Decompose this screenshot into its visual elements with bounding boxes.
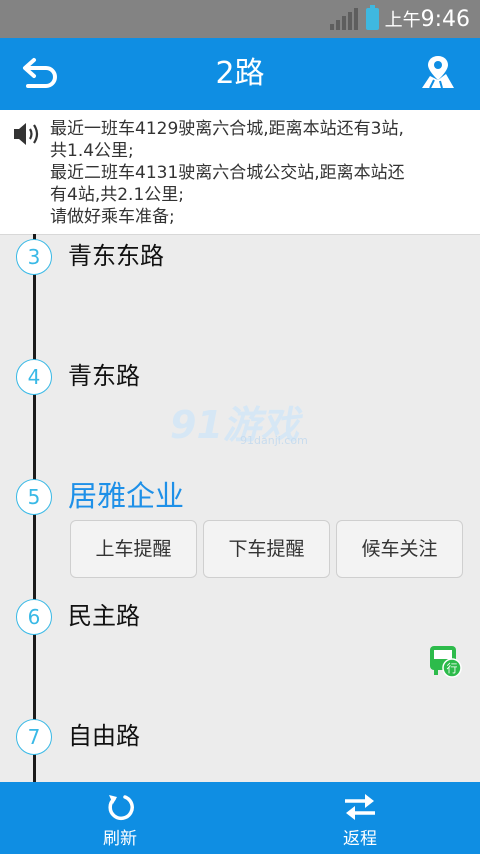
speaker-icon bbox=[12, 120, 42, 148]
status-ampm: 上午 bbox=[384, 10, 421, 31]
notice-line: 最近二班车4131驶离六合城公交站,距离本站还 bbox=[50, 163, 405, 183]
map-button[interactable] bbox=[420, 54, 456, 92]
return-trip-label: 返程 bbox=[343, 829, 377, 849]
bus-badge: 行 bbox=[447, 662, 458, 675]
status-time: 9:46 bbox=[420, 7, 470, 32]
back-button[interactable] bbox=[20, 56, 64, 92]
refresh-button[interactable]: 刷新 bbox=[60, 782, 180, 854]
notice-line: 请做好乘车准备; bbox=[50, 207, 175, 227]
stop-name: 青东路 bbox=[68, 362, 140, 390]
return-trip-button[interactable]: 返程 bbox=[300, 782, 420, 854]
back-arrow-icon bbox=[23, 58, 57, 88]
status-bar: 上午9:46 bbox=[0, 0, 480, 38]
stop-number: 6 bbox=[16, 599, 52, 635]
stop-number: 7 bbox=[16, 719, 52, 755]
status-clock: 上午9:46 bbox=[385, 6, 470, 32]
swap-arrows-icon bbox=[345, 794, 375, 820]
battery-icon bbox=[365, 5, 379, 30]
bottom-bar: 刷新 返程 bbox=[0, 782, 480, 854]
stop-name: 青东东路 bbox=[68, 242, 164, 270]
stop-name: 民主路 bbox=[68, 602, 140, 630]
notice-line: 最近一班车4129驶离六合城,距离本站还有3站, bbox=[50, 119, 404, 139]
stop-number: 4 bbox=[16, 359, 52, 395]
signal-icon bbox=[329, 8, 360, 30]
notice-text: 最近一班车4129驶离六合城,距离本站还有3站, 共1.4公里; 最近二班车41… bbox=[50, 118, 460, 228]
watermark-logo: 91游戏 91danji.com bbox=[170, 394, 310, 454]
stop-name: 自由路 bbox=[68, 722, 140, 750]
alight-reminder-button[interactable]: 下车提醒 bbox=[203, 520, 330, 578]
stop-name: 居雅企业 bbox=[68, 479, 185, 513]
bus-icon[interactable]: 行 bbox=[428, 644, 462, 678]
stop-number: 3 bbox=[16, 239, 52, 275]
watermark-site: 91danji.com bbox=[240, 434, 308, 447]
stop-number: 5 bbox=[16, 479, 52, 515]
status-right: 上午9:46 bbox=[329, 0, 470, 38]
stop-list[interactable]: 91游戏 91danji.com 3 青东东路 4 青东路 5 居雅企业 上车提… bbox=[0, 234, 480, 782]
notice-line: 共1.4公里; bbox=[50, 141, 134, 161]
refresh-label: 刷新 bbox=[103, 829, 137, 849]
app-bar: 2路 bbox=[0, 38, 480, 110]
page-title: 2路 bbox=[215, 56, 265, 91]
watch-bus-button[interactable]: 候车关注 bbox=[336, 520, 463, 578]
refresh-icon bbox=[108, 795, 134, 821]
stop-actions: 上车提醒 下车提醒 候车关注 bbox=[70, 520, 469, 578]
notice-line: 有4站,共2.1公里; bbox=[50, 185, 184, 205]
arrival-notice: 最近一班车4129驶离六合城,距离本站还有3站, 共1.4公里; 最近二班车41… bbox=[0, 110, 480, 235]
map-pin-icon bbox=[422, 56, 454, 89]
board-reminder-button[interactable]: 上车提醒 bbox=[70, 520, 197, 578]
